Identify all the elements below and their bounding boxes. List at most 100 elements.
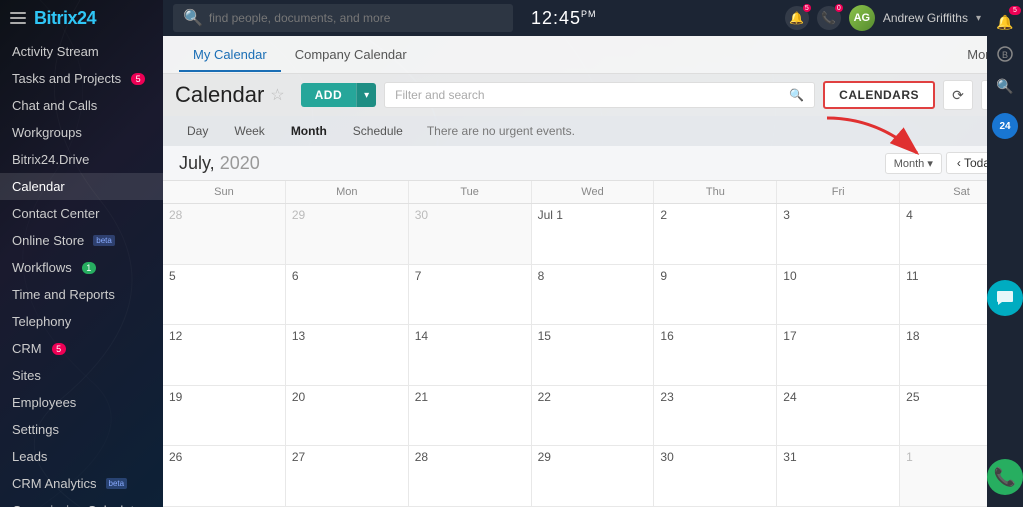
table-row[interactable]: 3 (777, 204, 900, 265)
star-icon[interactable]: ☆ (270, 85, 284, 105)
sidebar-item-contact-center[interactable]: Contact Center (0, 200, 163, 227)
search-button[interactable]: 🔍 (991, 72, 1019, 100)
table-row[interactable]: 26 (163, 446, 286, 507)
sidebar-item-leads[interactable]: Leads (0, 443, 163, 470)
sidebar: Bitrix24 Activity Stream Tasks and Proje… (0, 0, 163, 507)
sidebar-item-time-reports[interactable]: Time and Reports (0, 281, 163, 308)
table-row[interactable]: 5 (163, 265, 286, 326)
table-row[interactable]: 27 (286, 446, 409, 507)
view-tab-week[interactable]: Week (222, 120, 276, 142)
table-row[interactable]: 28 (409, 446, 532, 507)
calendars-button[interactable]: CALENDARS (823, 81, 935, 109)
table-row[interactable]: 16 (654, 325, 777, 386)
bell-badge: 5 (803, 4, 811, 12)
table-row[interactable]: 24 (777, 386, 900, 447)
call-button[interactable]: 📞 (987, 459, 1023, 495)
table-row[interactable]: 13 (286, 325, 409, 386)
calendar-title: Calendar ☆ (175, 82, 285, 108)
notification-bell-button[interactable]: 🔔 5 (991, 8, 1019, 36)
bell-icon-btn[interactable]: 🔔 5 (785, 6, 809, 30)
sidebar-item-commission-calc[interactable]: Commission Calculator (0, 497, 163, 507)
refresh-button[interactable]: ⟳ (943, 80, 973, 110)
sidebar-item-crm[interactable]: CRM 5 (0, 335, 163, 362)
table-row[interactable]: 28 (163, 204, 286, 265)
table-row[interactable]: 17 (777, 325, 900, 386)
table-row[interactable]: 9 (654, 265, 777, 326)
sidebar-item-sites[interactable]: Sites (0, 362, 163, 389)
day-header-mon: Mon (286, 181, 409, 203)
blue-counter-button[interactable]: 24 (991, 112, 1019, 140)
table-row[interactable]: 2 (654, 204, 777, 265)
table-row[interactable]: Jul 1 (532, 204, 655, 265)
sidebar-item-employees[interactable]: Employees (0, 389, 163, 416)
table-row[interactable]: 19 (163, 386, 286, 447)
day-number: 5 (169, 269, 176, 283)
sidebar-item-crm-analytics[interactable]: CRM Analytics beta (0, 470, 163, 497)
bitrix24-icon-button[interactable]: B (991, 40, 1019, 68)
day-number: 9 (660, 269, 667, 283)
workflows-badge: 1 (82, 262, 96, 274)
sidebar-item-workgroups[interactable]: Workgroups (0, 119, 163, 146)
search-input[interactable] (209, 11, 503, 25)
table-row[interactable]: 30 (654, 446, 777, 507)
table-row[interactable]: 15 (532, 325, 655, 386)
calendar-search[interactable]: 🔍 (384, 82, 815, 108)
month-year: 2020 (220, 153, 260, 173)
sidebar-item-activity-stream[interactable]: Activity Stream (0, 38, 163, 65)
table-row[interactable]: 29 (286, 204, 409, 265)
sidebar-item-label: Leads (12, 449, 47, 464)
day-number: 22 (538, 390, 551, 404)
tasks-badge: 5 (131, 73, 145, 85)
sidebar-item-chat-calls[interactable]: Chat and Calls (0, 92, 163, 119)
table-row[interactable]: 30 (409, 204, 532, 265)
sidebar-item-telephony[interactable]: Telephony (0, 308, 163, 335)
user-name[interactable]: Andrew Griffiths (883, 11, 968, 25)
sidebar-header: Bitrix24 (0, 0, 163, 36)
hamburger-icon[interactable] (10, 10, 26, 26)
phone-icon-btn[interactable]: 📞 0 (817, 6, 841, 30)
table-row[interactable]: 8 (532, 265, 655, 326)
topbar-icons: 🔔 5 📞 0 AG Andrew Griffiths ▾ ? 12 (785, 5, 1013, 31)
month-view-button[interactable]: Month ▾ (885, 153, 942, 174)
add-button-dropdown[interactable]: ▾ (356, 83, 376, 107)
sidebar-item-tasks-projects[interactable]: Tasks and Projects 5 (0, 65, 163, 92)
table-row[interactable]: 14 (409, 325, 532, 386)
view-tab-schedule[interactable]: Schedule (341, 120, 415, 142)
view-tab-month[interactable]: Month (279, 120, 339, 142)
sidebar-item-label: Telephony (12, 314, 71, 329)
calendar-search-input[interactable] (395, 88, 783, 102)
phone-badge: 0 (835, 4, 843, 12)
sidebar-item-online-store[interactable]: Online Store beta (0, 227, 163, 254)
day-number: Jul 1 (538, 208, 563, 222)
sidebar-item-label: Online Store (12, 233, 84, 248)
day-number: 26 (169, 450, 182, 464)
day-number: 30 (415, 208, 428, 222)
table-row[interactable]: 7 (409, 265, 532, 326)
add-button[interactable]: ADD (301, 83, 357, 107)
view-tab-day[interactable]: Day (175, 120, 220, 142)
sidebar-item-bitrix24-drive[interactable]: Bitrix24.Drive (0, 146, 163, 173)
table-row[interactable]: 23 (654, 386, 777, 447)
table-row[interactable]: 6 (286, 265, 409, 326)
table-row[interactable]: 21 (409, 386, 532, 447)
table-row[interactable]: 10 (777, 265, 900, 326)
table-row[interactable]: 20 (286, 386, 409, 447)
table-row[interactable]: 31 (777, 446, 900, 507)
sidebar-item-label: CRM Analytics (12, 476, 97, 491)
sidebar-item-calendar[interactable]: Calendar (0, 173, 163, 200)
table-row[interactable]: 22 (532, 386, 655, 447)
topbar-search[interactable]: 🔍 (173, 4, 513, 32)
tab-company-calendar[interactable]: Company Calendar (281, 39, 421, 72)
avatar[interactable]: AG (849, 5, 875, 31)
tab-my-calendar[interactable]: My Calendar (179, 39, 281, 72)
sidebar-item-settings[interactable]: Settings (0, 416, 163, 443)
calendar-search-icon: 🔍 (789, 88, 804, 102)
table-row[interactable]: 12 (163, 325, 286, 386)
sidebar-item-workflows[interactable]: Workflows 1 (0, 254, 163, 281)
day-number: 7 (415, 269, 422, 283)
table-row[interactable]: 29 (532, 446, 655, 507)
day-number: 19 (169, 390, 182, 404)
chat-button[interactable] (987, 280, 1023, 316)
calendar-grid: 28 29 30 Jul 1 2 3 4 5 6 7 8 9 10 11 1 (163, 204, 1023, 507)
blue-badge: 24 (992, 113, 1018, 139)
